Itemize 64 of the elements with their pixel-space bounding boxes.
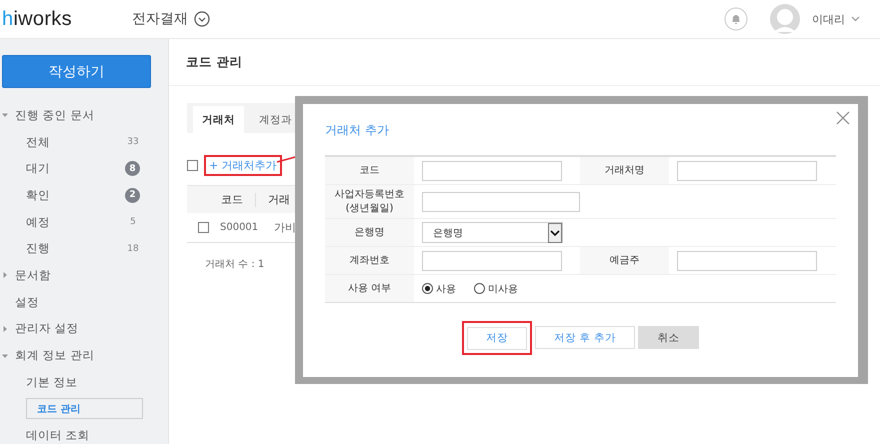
select-field[interactable]: 은행명 [422,222,563,243]
field-label: 예금주 [580,247,669,274]
add-link[interactable]: + 거래처추가 [204,154,282,176]
radio-option[interactable]: 미사용 [474,282,518,296]
nav-subitem[interactable]: 대기 [26,161,125,176]
save-add-button[interactable]: 저장 후 추가 [535,326,635,350]
dropdown-icon[interactable] [548,222,562,242]
tab[interactable]: 계정과 [250,106,301,133]
input-field[interactable] [422,160,562,180]
field-label: 계좌번호 [325,247,414,274]
caret-icon[interactable] [851,16,860,22]
compose-button[interactable]: 작성하기 [2,55,151,88]
column-header: 코드 [221,192,243,207]
radio-option[interactable]: 사용 [422,282,456,296]
count-text: 5 [129,217,137,228]
radio-icon[interactable] [422,283,433,294]
bell-icon[interactable] [724,7,748,31]
logo: hiworks [2,8,73,30]
count-text: 거래처 수 : 1 [205,258,264,271]
close-icon[interactable] [836,111,850,125]
nav-subitem[interactable]: 진행 [26,241,123,256]
nav-subitem[interactable]: 전체 [26,134,123,150]
avatar-icon[interactable] [770,4,800,34]
collapse-arrow-icon[interactable] [2,272,8,278]
page-title: 코드 관리 [169,39,880,86]
input-field[interactable] [677,250,817,270]
count-badge: 2 [125,188,140,203]
field-label: 거래처명 [580,157,669,184]
field-label: 은행명 [325,219,414,246]
nav-subitem[interactable]: 예정 [26,214,123,230]
count-text: 18 [126,244,140,254]
tab[interactable]: 거래처 [193,106,244,133]
expand-arrow-icon[interactable] [2,112,8,118]
table-cell: 가비 [274,220,296,235]
expand-arrow-icon[interactable] [2,352,8,359]
nav-subitem[interactable]: 기본 정보 [26,374,143,390]
user-name[interactable]: 이대리 [812,12,845,26]
checkbox[interactable] [187,160,198,170]
nav-subitem[interactable]: 데이터 조회 [26,428,143,444]
cancel-button[interactable]: 취소 [638,326,699,350]
column-header: 거래 [268,192,290,207]
radio-icon[interactable] [474,283,485,294]
nav-item[interactable]: 진행 중인 문서 [15,108,94,123]
count-text: 33 [126,137,140,148]
nav-subitem[interactable]: 코드 관리 [26,398,143,420]
table-cell: S00001 [220,222,258,233]
checkbox[interactable] [198,222,209,233]
input-field[interactable] [422,250,562,270]
app-title: 전자결재 [132,10,188,28]
nav-item[interactable]: 관리자 설정 [15,321,79,336]
field-label: 코드 [325,157,414,184]
field-label: 사업자등록번호 (생년월일) [325,185,414,218]
input-field[interactable] [422,192,580,212]
save-button[interactable]: 저장 [467,326,528,350]
dropdown-icon[interactable] [194,11,210,27]
input-field[interactable] [677,160,817,180]
modal-title: 거래처 추가 [325,122,390,139]
nav-subitem[interactable]: 확인 [26,188,125,203]
nav-item[interactable]: 설정 [15,294,39,310]
field-label: 사용 여부 [325,275,414,302]
count-badge: 8 [125,161,140,176]
nav-item[interactable]: 회계 정보 관리 [15,348,94,364]
nav-item[interactable]: 문서함 [15,268,51,283]
collapse-arrow-icon[interactable] [2,326,8,332]
